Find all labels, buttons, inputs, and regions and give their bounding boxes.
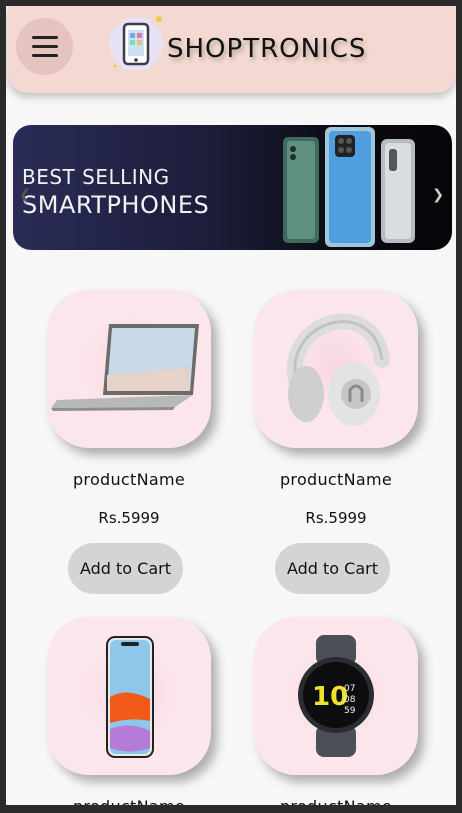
menu-button[interactable] bbox=[16, 18, 73, 75]
phones-image bbox=[283, 127, 415, 247]
hamburger-icon-line bbox=[31, 45, 58, 48]
product-card[interactable] bbox=[47, 617, 211, 775]
smartphone-image bbox=[106, 636, 154, 758]
laptop-image bbox=[51, 324, 199, 411]
chevron-right-icon[interactable]: ❯ bbox=[432, 187, 444, 203]
hamburger-icon-line bbox=[31, 54, 58, 57]
headphones-image bbox=[286, 313, 390, 426]
add-to-cart-button[interactable]: Add to Cart bbox=[68, 543, 183, 594]
svg-text:08: 08 bbox=[344, 695, 356, 705]
product-price: Rs.5999 bbox=[305, 509, 367, 527]
smartphone-logo-icon bbox=[109, 16, 163, 71]
hamburger-icon-line bbox=[31, 36, 58, 39]
product-name[interactable]: productName bbox=[47, 470, 211, 489]
banner-line-1: BEST SELLING bbox=[22, 165, 170, 189]
brand-title: SHOPTRONICS bbox=[167, 34, 367, 64]
banner-text: BEST SELLING SMARTPHONES bbox=[22, 165, 209, 219]
app-screen: SHOPTRONICS BEST SELLING SMARTPHONES ❮ ❯ bbox=[6, 6, 456, 805]
chevron-left-icon[interactable]: ❮ bbox=[19, 187, 31, 203]
product-card[interactable] bbox=[254, 290, 418, 448]
product-card[interactable]: 10 07 08 59 bbox=[254, 617, 418, 775]
product-name[interactable]: productName bbox=[254, 470, 418, 489]
svg-text:07: 07 bbox=[344, 684, 355, 694]
svg-text:10: 10 bbox=[312, 682, 348, 712]
banner-line-2: SMARTPHONES bbox=[22, 191, 210, 219]
product-card[interactable] bbox=[47, 290, 211, 448]
product-name[interactable]: productName bbox=[254, 797, 418, 805]
svg-text:59: 59 bbox=[344, 706, 356, 716]
product-name[interactable]: productName bbox=[47, 797, 211, 805]
smartwatch-image: 10 07 08 59 bbox=[298, 635, 374, 757]
add-to-cart-button[interactable]: Add to Cart bbox=[275, 543, 390, 594]
product-price: Rs.5999 bbox=[98, 509, 160, 527]
promo-banner[interactable]: BEST SELLING SMARTPHONES ❮ ❯ bbox=[13, 125, 452, 250]
header-bar: SHOPTRONICS bbox=[8, 6, 456, 93]
